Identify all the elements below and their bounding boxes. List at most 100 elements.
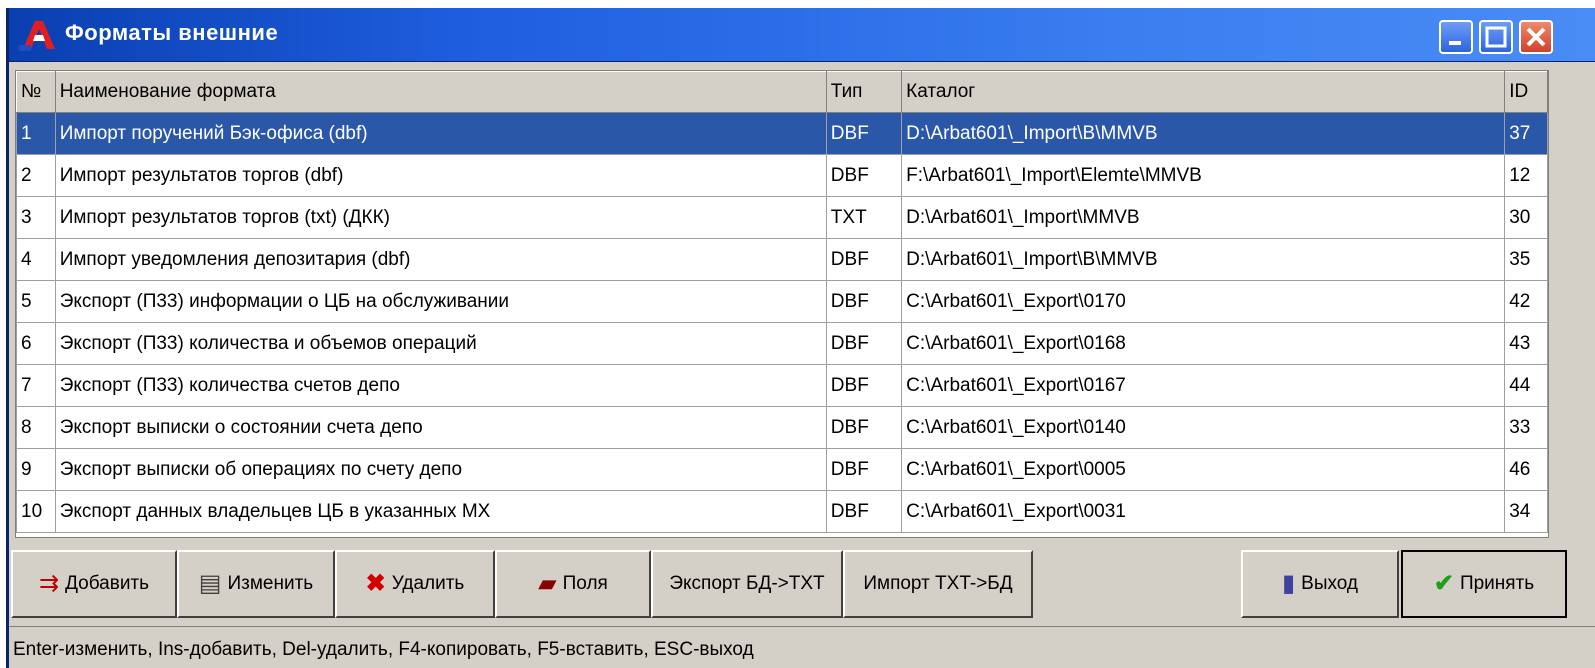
cell-id: 34 <box>1504 490 1548 533</box>
fields-button[interactable]: ▰ Поля <box>495 550 651 618</box>
cell-type: DBF <box>825 406 903 449</box>
cell-name: Импорт результатов торгов (txt) (ДКК) <box>54 196 827 239</box>
window-title: Форматы внешние <box>65 20 279 45</box>
cell-type: DBF <box>825 322 903 365</box>
table-row[interactable]: 9 Экспорт выписки об операциях по счету д… <box>16 448 1548 491</box>
cell-num: 8 <box>16 406 56 449</box>
delete-x-icon: ✖ <box>365 570 386 597</box>
accept-button[interactable]: ✔ Принять <box>1401 550 1567 618</box>
cell-catalog: C:\Arbat601\_Export\0170 <box>901 280 1506 323</box>
column-header-name[interactable]: Наименование формата <box>54 71 827 113</box>
edit-document-icon: ▤ <box>198 570 222 597</box>
add-button-label: Добавить <box>65 573 150 594</box>
column-header-id[interactable]: ID <box>1504 71 1548 113</box>
exit-button-label: Выход <box>1301 573 1359 594</box>
close-button[interactable] <box>1519 20 1553 54</box>
cell-type: TXT <box>825 196 903 239</box>
add-record-icon: ⇉ <box>38 570 60 597</box>
cell-name: Экспорт (П33) информации о ЦБ на обслужи… <box>54 280 827 323</box>
table-row[interactable]: 7 Экспорт (П33) количества счетов депо DBF… <box>16 364 1548 407</box>
import-button-label: Импорт TXT->БД <box>863 573 1013 594</box>
formats-window: Форматы внешние № Наименование формата Т… <box>6 8 1595 668</box>
cell-id: 46 <box>1504 448 1548 491</box>
cell-name: Импорт уведомления депозитария (dbf) <box>54 238 827 281</box>
cell-num: 1 <box>16 112 56 155</box>
table-row[interactable]: 6 Экспорт (П33) количества и объемов опер… <box>16 322 1548 365</box>
cell-num: 10 <box>16 490 56 533</box>
column-header-type[interactable]: Тип <box>825 71 903 113</box>
column-header-num[interactable]: № <box>16 71 56 113</box>
table-row[interactable]: 5 Экспорт (П33) информации о ЦБ на обслуж… <box>16 280 1548 323</box>
cell-catalog: D:\Arbat601\_Import\MMVB <box>901 196 1506 239</box>
title-bar[interactable]: Форматы внешние <box>9 8 1595 62</box>
app-logo-icon <box>19 21 55 51</box>
cell-type: DBF <box>825 238 903 281</box>
cell-catalog: C:\Arbat601\_Export\0140 <box>901 406 1506 449</box>
cell-id: 37 <box>1504 112 1548 155</box>
cell-id: 35 <box>1504 238 1548 281</box>
import-txt-db-button[interactable]: Импорт TXT->БД <box>843 550 1033 618</box>
cell-name: Импорт результатов торгов (dbf) <box>54 154 827 197</box>
cell-type: DBF <box>825 364 903 407</box>
minimize-button[interactable] <box>1439 20 1473 54</box>
cell-id: 30 <box>1504 196 1548 239</box>
cell-name: Экспорт данных владельцев ЦБ в указанных… <box>54 490 827 533</box>
accept-button-label: Принять <box>1459 573 1535 594</box>
close-icon <box>1526 27 1546 47</box>
cell-catalog: C:\Arbat601\_Export\0031 <box>901 490 1506 533</box>
table-header-row: № Наименование формата Тип Каталог ID <box>16 71 1548 113</box>
cell-id: 12 <box>1504 154 1548 197</box>
edit-button-label: Изменить <box>227 573 314 594</box>
export-button-label: Экспорт БД->TXT <box>669 573 825 594</box>
cell-catalog: F:\Arbat601\_Import\Elemte\MMVB <box>901 154 1506 197</box>
cell-type: DBF <box>825 490 903 533</box>
maximize-icon <box>1485 26 1507 48</box>
maximize-button[interactable] <box>1479 20 1513 54</box>
cell-id: 33 <box>1504 406 1548 449</box>
cell-catalog: C:\Arbat601\_Export\0167 <box>901 364 1506 407</box>
table-row[interactable]: 8 Экспорт выписки о состоянии счета депо D… <box>16 406 1548 449</box>
cell-catalog: D:\Arbat601\_Import\B\MMVB <box>901 112 1506 155</box>
export-db-txt-button[interactable]: Экспорт БД->TXT <box>651 550 843 618</box>
exit-door-icon: ▮ <box>1281 570 1296 597</box>
cell-name: Экспорт (П33) количества и объемов опера… <box>54 322 827 365</box>
formats-table[interactable]: № Наименование формата Тип Каталог ID 1И… <box>15 70 1549 538</box>
table-row[interactable]: 4 Импорт уведомления депозитария (dbf) DBF… <box>16 238 1548 281</box>
cell-name: Экспорт выписки о состоянии счета депо <box>54 406 827 449</box>
fields-icon: ▰ <box>538 570 557 597</box>
status-bar: Enter-изменить, Ins-добавить, Del-удалит… <box>9 626 1595 666</box>
cell-catalog: D:\Arbat601\_Import\B\MMVB <box>901 238 1506 281</box>
cell-num: 7 <box>16 364 56 407</box>
column-header-catalog[interactable]: Каталог <box>901 71 1506 113</box>
checkmark-icon: ✔ <box>1433 570 1454 597</box>
cell-catalog: C:\Arbat601\_Export\0168 <box>901 322 1506 365</box>
cell-catalog: C:\Arbat601\_Export\0005 <box>901 448 1506 491</box>
delete-button-label: Удалить <box>391 573 465 594</box>
cell-num: 5 <box>16 280 56 323</box>
add-button[interactable]: ⇉ Добавить <box>11 550 177 618</box>
button-bar: ⇉ Добавить ▤ Изменить ✖ Удалить ▰ Поля Э… <box>9 546 1595 624</box>
minimize-icon <box>1449 41 1461 45</box>
status-bar-text: Enter-изменить, Ins-добавить, Del-удалит… <box>13 639 754 660</box>
table-row[interactable]: 10 Экспорт данных владельцев ЦБ в указанн… <box>16 490 1548 533</box>
cell-name: Экспорт выписки об операциях по счету де… <box>54 448 827 491</box>
cell-type: DBF <box>825 154 903 197</box>
cell-num: 6 <box>16 322 56 365</box>
table-row[interactable]: 1 Импорт поручений Бэк-офиса (dbf) DBF D:\A… <box>16 112 1548 155</box>
cell-type: DBF <box>825 112 903 155</box>
cell-name: Импорт поручений Бэк-офиса (dbf) <box>54 112 827 155</box>
cell-type: DBF <box>825 448 903 491</box>
table-row[interactable]: 3 Импорт результатов торгов (txt) (ДКК) TX… <box>16 196 1548 239</box>
exit-button[interactable]: ▮ Выход <box>1241 550 1399 618</box>
cell-num: 2 <box>16 154 56 197</box>
cell-id: 43 <box>1504 322 1548 365</box>
delete-button[interactable]: ✖ Удалить <box>335 550 495 618</box>
table-row[interactable]: 2 Импорт результатов торгов (dbf) DBF F:\Ar… <box>16 154 1548 197</box>
cell-num: 4 <box>16 238 56 281</box>
cell-num: 3 <box>16 196 56 239</box>
cell-name: Экспорт (П33) количества счетов депо <box>54 364 827 407</box>
cell-id: 44 <box>1504 364 1548 407</box>
edit-button[interactable]: ▤ Изменить <box>177 550 335 618</box>
cell-id: 42 <box>1504 280 1548 323</box>
cell-type: DBF <box>825 280 903 323</box>
